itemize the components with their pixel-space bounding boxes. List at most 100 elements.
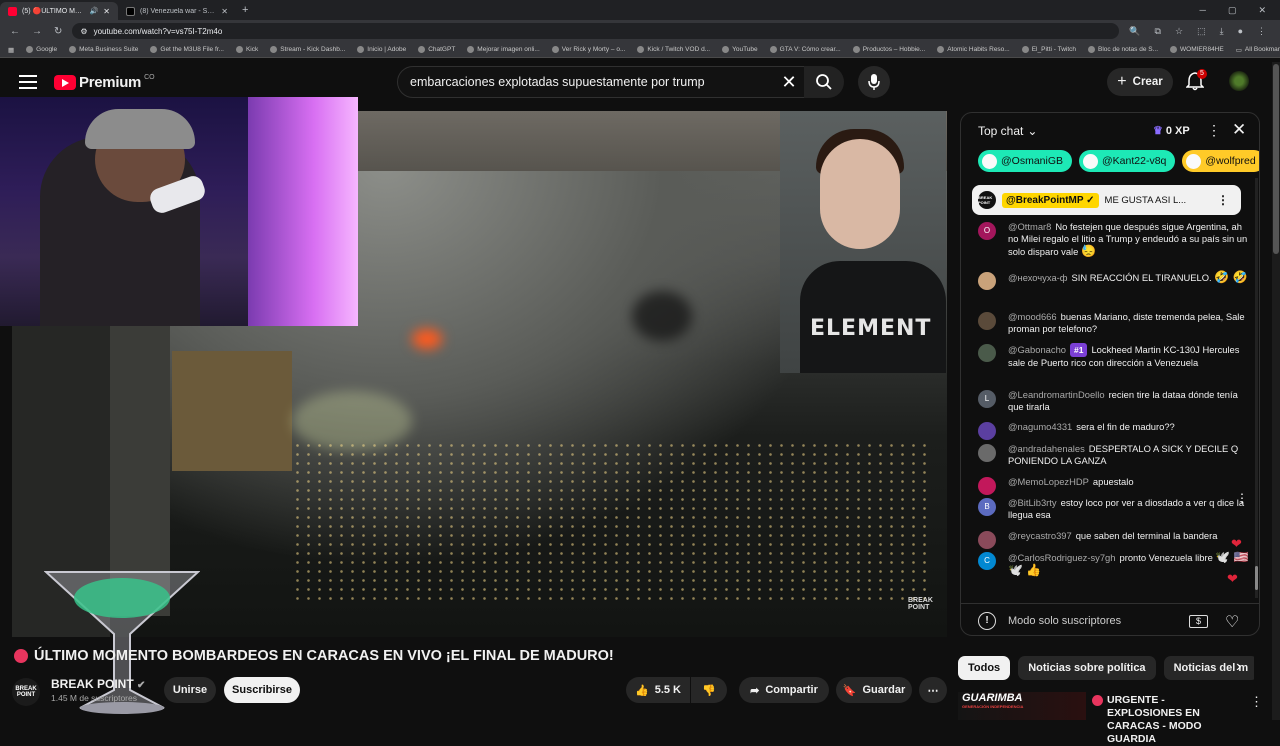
channel-avatar[interactable]: BREAK POINT [12, 678, 40, 706]
voice-search-button[interactable] [858, 66, 890, 98]
downloads-icon[interactable]: ⤓ [1220, 26, 1224, 37]
search-input[interactable]: embarcaciones explotadas supuestamente p… [397, 66, 805, 98]
dislike-button[interactable]: 👎 [691, 677, 727, 703]
reload-icon[interactable]: ↻ [54, 26, 62, 37]
bookmark-star-icon[interactable]: ☆ [1175, 26, 1183, 37]
chat-message[interactable]: @nagumo4331 sera el fin de maduro?? [978, 421, 1253, 440]
chat-avatar[interactable] [978, 531, 996, 549]
forward-icon[interactable]: → [32, 26, 42, 37]
site-info-icon[interactable]: ⚙ [80, 27, 87, 36]
page-scrollbar-thumb[interactable] [1273, 64, 1279, 254]
join-button[interactable]: Unirse [164, 677, 216, 703]
chat-username[interactable]: @reycastro397 [1008, 530, 1072, 541]
hamburger-menu-icon[interactable] [19, 75, 37, 89]
bookmark-item[interactable]: Inicio | Adobe [357, 46, 406, 53]
xp-indicator[interactable]: ♛ 0 XP [1153, 124, 1190, 138]
chat-username[interactable]: @нехочуха-ф [1008, 272, 1068, 283]
chat-avatar[interactable]: L [978, 390, 996, 408]
clear-search-icon[interactable]: ✕ [774, 72, 804, 93]
chat-avatar[interactable] [978, 422, 996, 440]
browser-tab-youtube[interactable]: (5) 🔴ÚLTIMO MOMENTO 🔊 ✕ [0, 2, 118, 20]
chat-username[interactable]: @andradahenales [1008, 443, 1085, 454]
bookmark-item[interactable]: El_Pitti - Twitch [1021, 46, 1076, 53]
share-button[interactable]: ➦ Compartir [739, 677, 829, 703]
chat-avatar[interactable] [978, 344, 996, 362]
bookmark-item[interactable]: Kick / Twitch VOD d... [637, 46, 710, 53]
close-chat-icon[interactable]: ✕ [1232, 120, 1246, 140]
search-button[interactable] [804, 66, 844, 98]
bookmark-item[interactable]: Bloc de notas de S... [1088, 46, 1158, 53]
chat-mode-selector[interactable]: Top chat ⌄ [978, 124, 1037, 138]
minimize-icon[interactable]: ─ [1200, 5, 1206, 16]
chat-scrollbar-thumb[interactable] [1255, 566, 1258, 590]
bookmark-item[interactable]: WOMIER84HE [1170, 46, 1224, 53]
subscribe-button[interactable]: Suscribirse [224, 677, 300, 703]
chat-username[interactable]: @Gabonacho [1008, 344, 1066, 355]
chat-message[interactable]: L @LeandromartinDoello recien tire la data… [978, 389, 1253, 413]
bookmark-item[interactable]: Google [26, 46, 57, 53]
chat-username[interactable]: @MemoLopezHDP [1008, 476, 1089, 487]
close-tab-icon[interactable]: ✕ [221, 7, 228, 16]
recommended-video[interactable]: GUARIMBA GENERACIÓN INDEPENDENCIA URGENT… [958, 692, 1268, 745]
chat-scrollbar[interactable] [1255, 178, 1258, 598]
bookmark-item[interactable]: Productos – Hobbie... [852, 46, 925, 53]
bookmark-item[interactable]: Kick [235, 46, 258, 53]
apps-icon[interactable]: ▦ [8, 46, 14, 54]
new-tab-icon[interactable]: + [242, 4, 248, 16]
super-chat-icon[interactable]: $ [1189, 615, 1208, 628]
filter-chip[interactable]: Todos [958, 656, 1011, 680]
browser-menu-icon[interactable]: ⋮ [1257, 26, 1266, 37]
chat-more-icon[interactable]: ⋮ [1207, 122, 1221, 139]
close-tab-icon[interactable]: ✕ [103, 7, 110, 16]
chat-username[interactable]: @BitLib3rty [1008, 497, 1057, 508]
save-button[interactable]: 🔖 Guardar [836, 677, 912, 703]
cast-icon[interactable]: ⧉ [1155, 26, 1161, 37]
recommended-thumbnail[interactable]: GUARIMBA GENERACIÓN INDEPENDENCIA [958, 692, 1086, 720]
chat-avatar[interactable] [978, 312, 996, 330]
recommended-title[interactable]: URGENTE - EXPLOSIONES EN CARACAS - MODO … [1092, 694, 1242, 746]
profile-icon[interactable]: ● [1238, 26, 1243, 37]
chat-username[interactable]: @nagumo4331 [1008, 421, 1072, 432]
info-icon[interactable]: ! [978, 612, 996, 630]
url-field[interactable]: ⚙ youtube.com/watch?v=vs75I-T2m4o [72, 23, 1120, 39]
zoom-icon[interactable]: 🔍 [1129, 26, 1140, 37]
chevron-right-icon[interactable]: › [1236, 658, 1241, 676]
message-more-icon[interactable]: ⋮ [1236, 491, 1248, 505]
maximize-icon[interactable]: ▢ [1228, 5, 1237, 16]
donor-ticker[interactable]: @wolfpred [1182, 150, 1259, 172]
chat-message[interactable]: C @CarlosRodriguez-sy7gh pronto Venezuela … [978, 551, 1253, 577]
more-actions-icon[interactable]: ⋯ [919, 677, 947, 703]
chat-message[interactable]: O @Ottmar8 No festejen que después sigue A… [978, 221, 1253, 258]
bookmark-item[interactable]: Meta Business Suite [69, 46, 138, 53]
reaction-heart-icon[interactable]: ♡ [1225, 612, 1239, 632]
audio-icon[interactable]: 🔊 [90, 7, 99, 15]
bookmark-item[interactable]: YouTube [722, 46, 758, 53]
close-window-icon[interactable]: ✕ [1258, 5, 1266, 16]
account-avatar[interactable] [1229, 71, 1249, 91]
back-icon[interactable]: ← [10, 26, 20, 37]
youtube-premium-logo[interactable]: Premium CO [54, 74, 155, 91]
pinned-message[interactable]: BREAK POINT @BreakPointMP ✓ ME GUSTA ASI… [972, 185, 1241, 215]
donor-ticker[interactable]: @Kant22-v8q [1079, 150, 1176, 172]
all-bookmarks[interactable]: ▭All Bookmarks [1236, 46, 1280, 54]
chat-username[interactable]: @Ottmar8 [1008, 221, 1051, 232]
chat-avatar[interactable]: C [978, 552, 996, 570]
bookmark-item[interactable]: Get the M3U8 File fr... [150, 46, 224, 53]
recommended-more-icon[interactable]: ⋮ [1250, 694, 1263, 710]
chat-message[interactable]: @Gabonacho #1 Lockheed Martin KC-130J Herc… [978, 343, 1253, 369]
create-button[interactable]: + Crear [1107, 68, 1173, 96]
chat-message[interactable]: @reycastro397 que saben del terminal la b… [978, 530, 1253, 549]
chat-avatar[interactable] [978, 272, 996, 290]
chat-avatar[interactable]: B [978, 498, 996, 516]
like-button[interactable]: 👍 5.5 K [626, 677, 690, 703]
bookmark-item[interactable]: GTA V: Cómo crear... [769, 46, 841, 53]
extensions-icon[interactable]: ⬚ [1197, 26, 1206, 37]
chat-avatar[interactable] [978, 477, 996, 495]
bookmark-item[interactable]: Stream - Kick Dashb... [270, 46, 345, 53]
chat-username[interactable]: @LeandromartinDoello [1008, 389, 1105, 400]
browser-tab-x[interactable]: (8) Venezuela war - Search / X ✕ [118, 2, 236, 20]
channel-name[interactable]: BREAK POINT ✔ [51, 677, 145, 691]
pinned-more-icon[interactable]: ⋮ [1217, 193, 1229, 207]
donor-ticker[interactable]: @OsmaniGB [978, 150, 1073, 172]
filter-chip[interactable]: Noticias sobre política [1018, 656, 1156, 680]
